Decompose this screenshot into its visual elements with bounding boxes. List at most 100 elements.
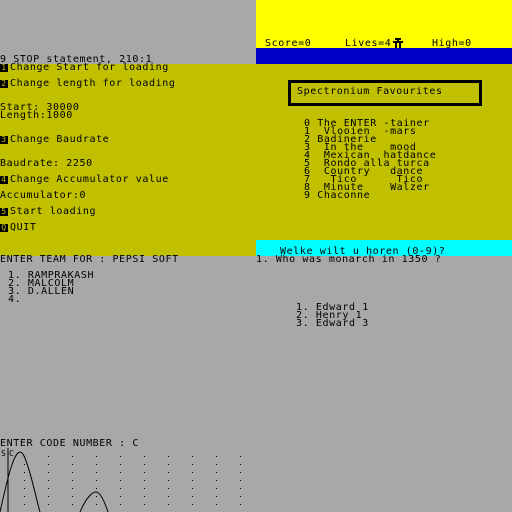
graph-dot xyxy=(240,464,241,465)
graph-dot xyxy=(168,472,169,473)
graph-dot xyxy=(216,472,217,473)
graph-dot xyxy=(120,480,121,481)
graph-dot xyxy=(144,504,145,505)
graph-dot xyxy=(144,472,145,473)
menu-item-change-baudrate[interactable]: 3 Change Baudrate xyxy=(0,134,110,145)
graph-dot xyxy=(240,488,241,489)
graph-grid-dots xyxy=(24,456,241,505)
graph-dot xyxy=(96,464,97,465)
graph-dot xyxy=(72,480,73,481)
graph-dot xyxy=(24,496,25,497)
menu-item-quit[interactable]: Q QUIT xyxy=(0,222,37,233)
graph-dot xyxy=(240,496,241,497)
menu-item-change-start[interactable]: 1 Change Start for loading xyxy=(0,62,169,73)
graph-dot xyxy=(144,464,145,465)
graph-dot xyxy=(24,504,25,505)
team-prompt[interactable]: ENTER TEAM FOR : PEPSI SOFT xyxy=(0,255,179,265)
menu-label: Change Start for loading xyxy=(10,62,169,73)
graph-dot xyxy=(240,472,241,473)
graph-curve xyxy=(79,491,109,512)
graph-dot xyxy=(96,488,97,489)
graph-dot xyxy=(96,472,97,473)
graph-dot xyxy=(24,488,25,489)
graph-dot xyxy=(120,504,121,505)
graph-dot xyxy=(144,456,145,457)
graph-dot xyxy=(192,480,193,481)
graph-dot xyxy=(192,504,193,505)
menu-label: Change Baudrate xyxy=(10,134,110,145)
graph-dot xyxy=(120,488,121,489)
sine-graph: S C xyxy=(0,448,241,512)
high-score-display: High=0 xyxy=(432,38,472,49)
graph-dot xyxy=(240,504,241,505)
graph-dot xyxy=(96,504,97,505)
graph-dot xyxy=(216,496,217,497)
graph-dot xyxy=(48,472,49,473)
favourites-title: Spectronium Favourites xyxy=(297,86,443,97)
graph-dot xyxy=(72,496,73,497)
graph-dot xyxy=(24,472,25,473)
graph-dot xyxy=(48,488,49,489)
code-prompt[interactable]: ENTER CODE NUMBER : C xyxy=(0,439,139,449)
graph-dot xyxy=(144,488,145,489)
graph-dot xyxy=(72,472,73,473)
menu-key: 5 xyxy=(0,207,8,216)
graph-dot xyxy=(216,504,217,505)
graph-dot xyxy=(144,496,145,497)
graph-dot xyxy=(24,464,25,465)
team-player[interactable]: 4. xyxy=(8,295,21,305)
graph-dot xyxy=(168,504,169,505)
menu-label: Start loading xyxy=(10,206,97,217)
graph-dot xyxy=(72,464,73,465)
graph-dot xyxy=(48,464,49,465)
graph-dot xyxy=(192,456,193,457)
graph-dot xyxy=(48,504,49,505)
graph-dot xyxy=(144,480,145,481)
menu-key: 1 xyxy=(0,63,8,72)
quiz-answer[interactable]: 3. Edward 3 xyxy=(296,319,369,329)
graph-dot xyxy=(192,464,193,465)
favourite-item[interactable]: 9 Chaconne xyxy=(304,191,370,201)
menu-key: 3 xyxy=(0,135,8,144)
graph-dot xyxy=(120,464,121,465)
menu-label: Change length for loading xyxy=(10,78,176,89)
graph-dot xyxy=(72,488,73,489)
graph-dot xyxy=(24,480,25,481)
graph-label-c: C xyxy=(9,449,14,458)
menu-item-start-loading[interactable]: 5 Start loading xyxy=(0,206,97,217)
menu-item-change-length[interactable]: 2 Change length for loading xyxy=(0,78,176,89)
graph-dot xyxy=(120,496,121,497)
graph-dot xyxy=(216,456,217,457)
graph-dot xyxy=(168,456,169,457)
length-value: Length:1000 xyxy=(0,110,73,121)
score-display: Score=0 xyxy=(265,38,312,49)
graph-dot xyxy=(48,456,49,457)
graph-dot xyxy=(48,496,49,497)
graph-dot xyxy=(240,456,241,457)
graph-dot xyxy=(168,488,169,489)
lives-display: Lives=4 xyxy=(345,38,392,49)
graph-dot xyxy=(192,496,193,497)
graph-dot xyxy=(216,480,217,481)
menu-label: Change Accumulator value xyxy=(10,174,169,185)
baudrate-value: Baudrate: 2250 xyxy=(0,158,93,169)
menu-item-change-accumulator[interactable]: 4 Change Accumulator value xyxy=(0,174,169,185)
graph-dot xyxy=(168,464,169,465)
graph-curve xyxy=(0,451,41,512)
graph-dot xyxy=(216,464,217,465)
graph-label-s: S xyxy=(1,449,6,458)
graph-dot xyxy=(96,496,97,497)
accumulator-value: Accumulator:0 xyxy=(0,190,87,201)
graph-dot xyxy=(72,504,73,505)
graph-dot xyxy=(96,456,97,457)
menu-key: 2 xyxy=(0,79,8,88)
graph-dot xyxy=(96,480,97,481)
menu-label: QUIT xyxy=(10,222,37,233)
graph-dot xyxy=(192,488,193,489)
graph-dot xyxy=(48,480,49,481)
graph-dot xyxy=(168,496,169,497)
menu-key: 4 xyxy=(0,175,8,184)
graph-dot xyxy=(216,488,217,489)
graph-dot xyxy=(240,480,241,481)
graph-dot xyxy=(72,456,73,457)
